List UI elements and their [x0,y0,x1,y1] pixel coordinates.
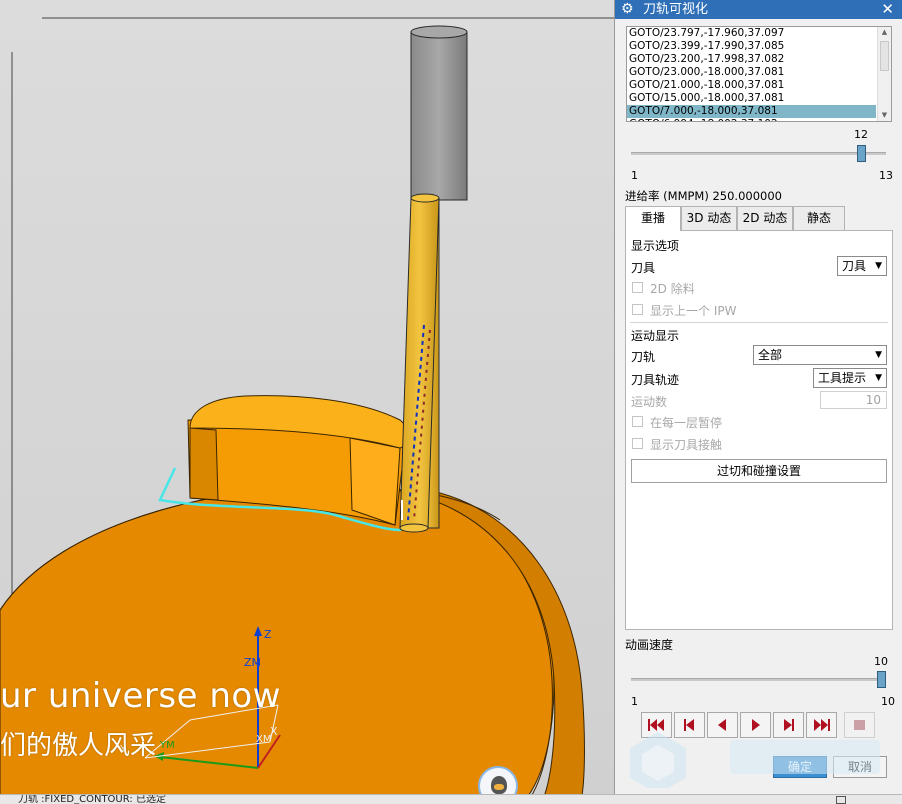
tool-display-label: 刀具 [631,261,656,275]
dialog-titlebar[interactable]: ⚙ 刀轨可视化 ✕ [615,0,902,19]
motion-display-heading: 运动显示 [631,329,680,343]
list-item[interactable]: GOTO/6.994,-18.002,37.102 [627,118,876,121]
rewind-to-start-icon[interactable] [641,712,672,738]
tab-static[interactable]: 静态 [793,206,845,230]
tool-display-value: 刀具 [842,259,867,273]
list-item[interactable]: GOTO/21.000,-18.000,37.081 [627,79,876,92]
motion-count-label: 运动数 [631,395,668,409]
section-divider [630,322,888,323]
motion-count-field[interactable]: 10 [820,391,887,409]
step-forward-icon[interactable] [773,712,804,738]
gear-icon[interactable]: ⚙ [621,1,634,18]
replay-tab-panel: 显示选项 刀具 刀具 ▼ 2D 除料 显示上一个 IPW 运动显示 刀轨 全部 … [625,230,893,630]
chevron-down-icon: ▼ [875,350,882,360]
checkbox-pause-each-layer-label: 在每一层暂停 [650,416,723,430]
list-item[interactable]: GOTO/23.399,-17.990,37.085 [627,40,876,53]
speed-slider-track[interactable] [631,678,886,681]
graphics-viewport[interactable]: Z ZM X Y YM XM ur universe now 们的傲人风采 [0,0,614,804]
display-options-heading: 显示选项 [631,239,680,253]
motion-slider-thumb[interactable] [856,145,866,162]
checkbox-show-tool-contact-label: 显示刀具接触 [650,438,723,452]
tab-3d-dynamic[interactable]: 3D 动态 [681,206,737,230]
cancel-button[interactable]: 取消 [833,756,887,778]
status-bar: 刀轨 :FIXED_CONTOUR: 已选定 [0,794,902,804]
close-icon[interactable]: ✕ [881,0,894,18]
chevron-down-icon: ▼ [875,373,882,383]
chevron-down-icon: ▼ [875,261,882,271]
scroll-thumb[interactable] [880,41,889,71]
list-item[interactable]: GOTO/23.797,-17.960,37.097 [627,27,876,40]
speed-slider-max: 10 [881,695,895,708]
list-scrollbar[interactable]: ▲ ▼ [877,27,891,121]
stop-icon[interactable] [844,712,875,738]
speed-slider-value: 10 [874,655,888,668]
animation-speed-label: 动画速度 [625,638,674,652]
list-item[interactable]: GOTO/15.000,-18.000,37.081 [627,92,876,105]
tool-trace-select[interactable]: 工具提示 ▼ [813,368,887,388]
motion-slider-track[interactable] [631,152,886,155]
step-back-icon[interactable] [674,712,705,738]
status-text: 刀轨 :FIXED_CONTOUR: 已选定 [18,794,166,804]
toolpath-listing[interactable]: GOTO/23.797,-17.960,37.097 GOTO/23.399,-1… [626,26,892,122]
dialog-title: 刀轨可视化 [643,2,709,17]
speed-slider-min: 1 [631,695,638,708]
axis-xm-label: XM [256,734,271,745]
play-reverse-icon[interactable] [707,712,738,738]
checkbox-show-prev-ipw[interactable] [632,304,643,315]
toolpath-display-value: 全部 [758,348,783,362]
fast-forward-to-end-icon[interactable] [806,712,837,738]
toolpath-display-select[interactable]: 全部 ▼ [753,345,887,365]
list-item[interactable]: GOTO/23.200,-17.998,37.082 [627,53,876,66]
tool-display-select[interactable]: 刀具 ▼ [837,256,887,276]
gouge-collision-settings-button[interactable]: 过切和碰撞设置 [631,459,887,483]
checkbox-2d-remove[interactable] [632,282,643,293]
toolpath-visualization-dialog: ⚙ 刀轨可视化 ✕ GOTO/23.797,-17.960,37.097 GOTO… [614,0,902,794]
tool-trace-value: 工具提示 [818,371,867,385]
list-item[interactable]: GOTO/7.000,-18.000,37.081 [627,105,876,118]
checkbox-show-prev-ipw-label: 显示上一个 IPW [650,304,737,318]
motion-slider-value: 12 [854,128,868,141]
axis-z-label: Z [264,628,272,641]
axis-ym-label: YM [159,740,175,751]
list-item[interactable]: GOTO/23.000,-18.000,37.081 [627,66,876,79]
video-subtitle-english: ur universe now [0,676,281,716]
play-icon[interactable] [740,712,771,738]
checkbox-show-tool-contact[interactable] [632,438,643,449]
motion-slider-min: 1 [631,169,638,182]
ok-button[interactable]: 确定 [773,756,827,778]
feed-rate-readout: 进给率 (MMPM) 250.000000 [625,189,782,203]
motion-slider-max: 13 [879,169,893,182]
checkbox-pause-each-layer[interactable] [632,416,643,427]
tab-2d-dynamic[interactable]: 2D 动态 [737,206,793,230]
checkbox-2d-remove-label: 2D 除料 [650,282,695,296]
tool-trace-label: 刀具轨迹 [631,373,680,387]
scroll-down-icon[interactable]: ▼ [880,111,889,120]
window-icon[interactable] [836,796,846,804]
scroll-up-icon[interactable]: ▲ [880,28,889,37]
tab-replay[interactable]: 重播 [625,206,681,231]
toolpath-display-label: 刀轨 [631,350,656,364]
speed-slider-thumb[interactable] [877,671,886,688]
video-subtitle-chinese: 们的傲人风采 [0,731,157,761]
axis-zm-label: ZM [244,656,261,669]
